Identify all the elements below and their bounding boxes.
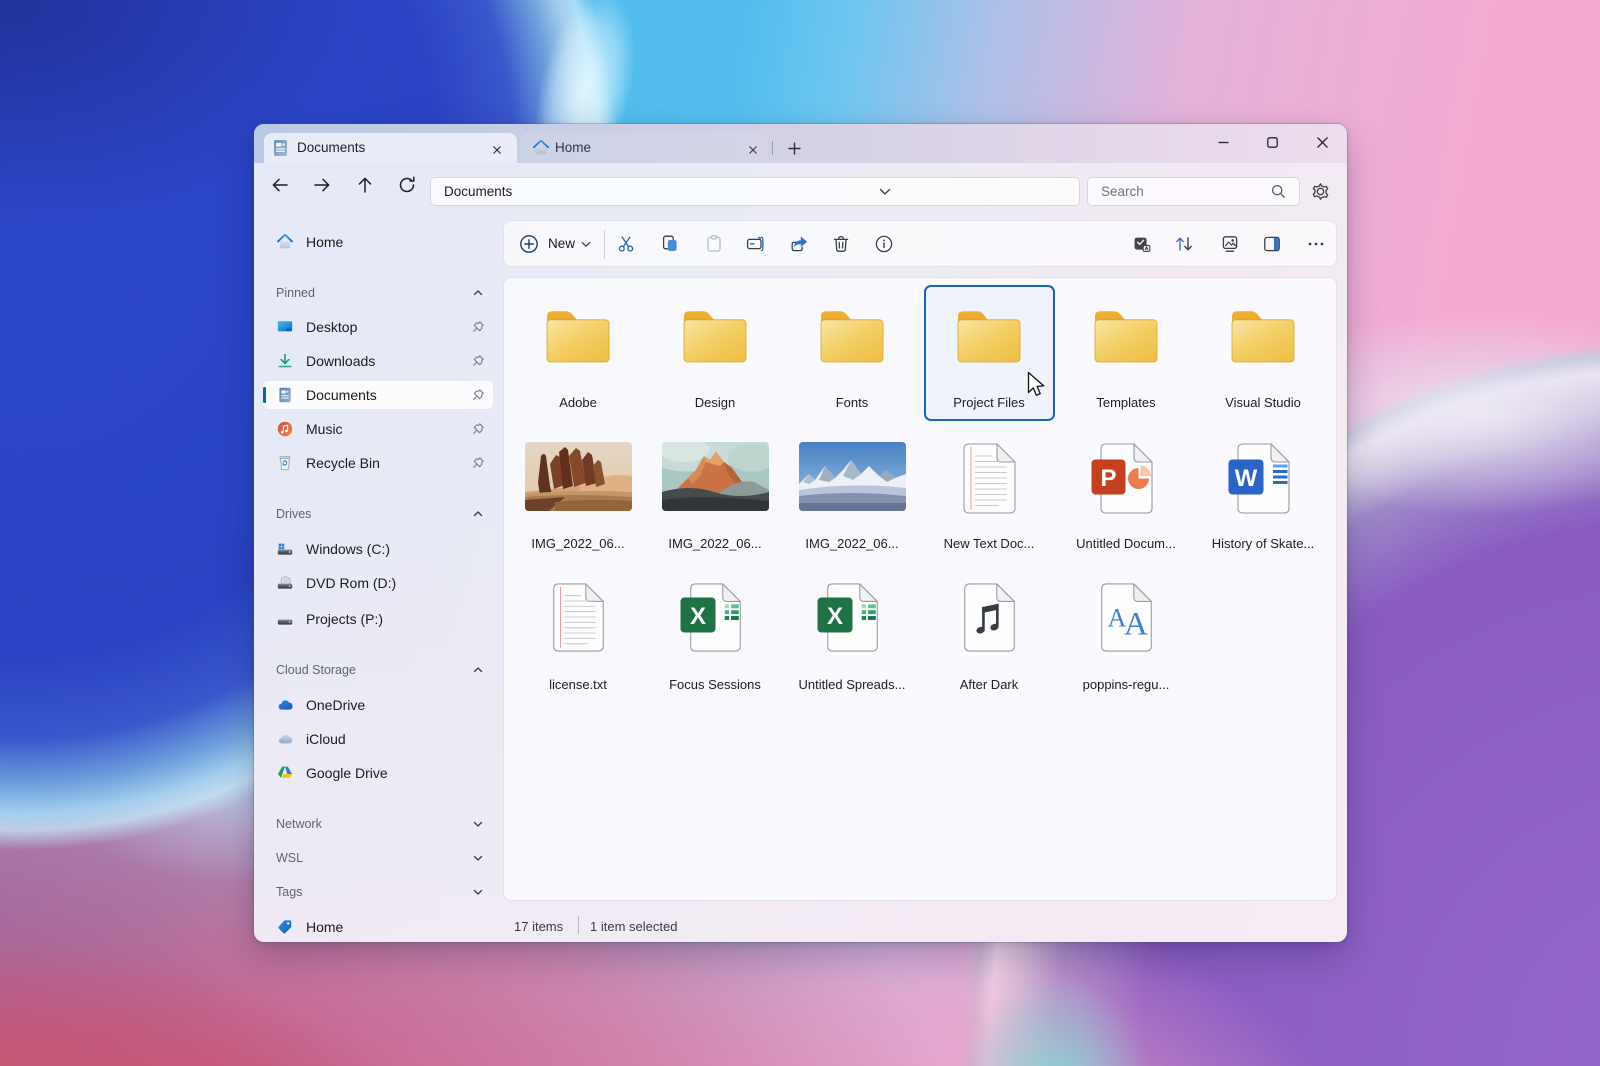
svg-text:P: P xyxy=(1100,465,1116,492)
svg-text:X: X xyxy=(690,603,706,630)
svg-text:X: X xyxy=(827,603,843,630)
svg-text:A: A xyxy=(1124,607,1148,643)
svg-text:W: W xyxy=(1234,465,1257,492)
